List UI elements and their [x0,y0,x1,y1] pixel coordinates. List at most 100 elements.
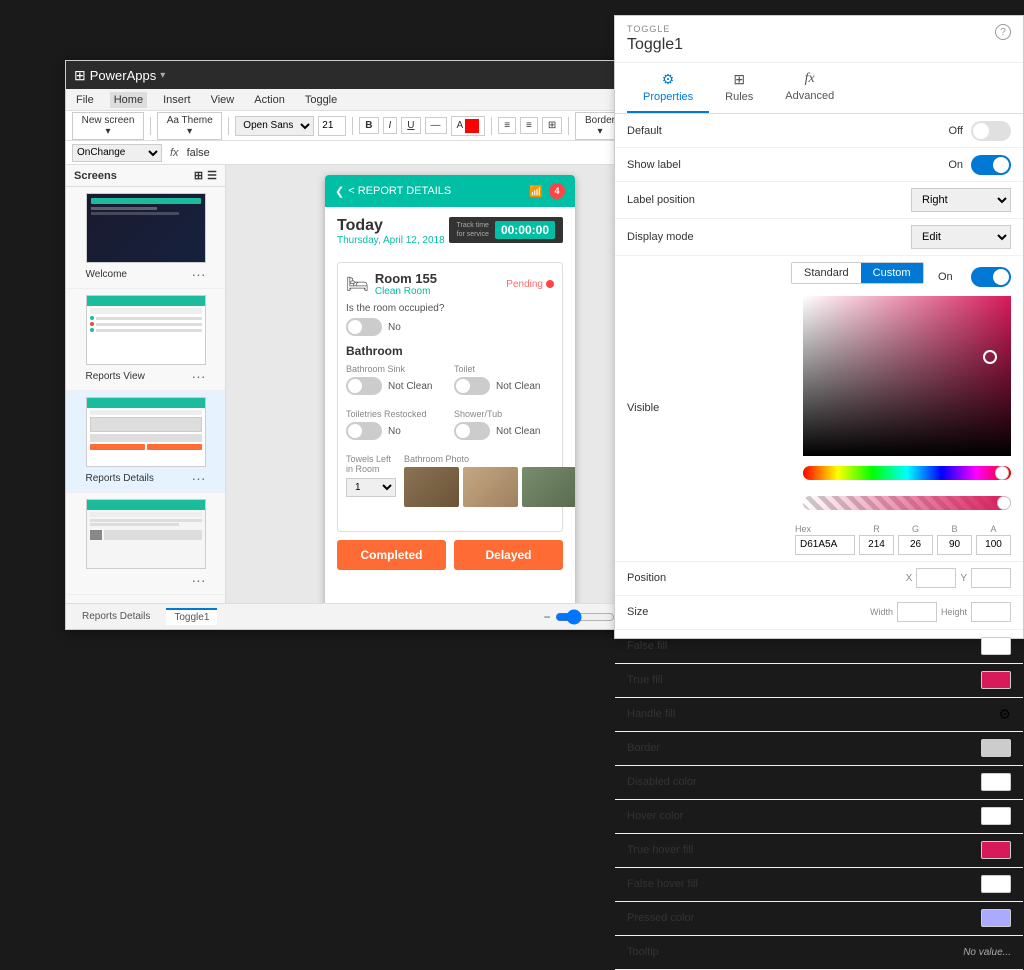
towels-select[interactable]: 1 2 3 [346,478,396,497]
r-input[interactable] [859,535,894,555]
screens-list-icon[interactable]: ☰ [207,169,217,182]
display-mode-select[interactable]: Edit View [911,225,1011,249]
shower-toggle[interactable] [454,422,490,440]
sink-toggle[interactable] [346,377,382,395]
formula-bar: OnChange fx [66,141,674,165]
photo-section: Bathroom Photo [404,454,575,517]
hex-label-text: Hex [795,524,855,534]
hover-color-swatch[interactable] [981,807,1011,825]
screen-item-reports-details[interactable]: Reports Details ··· [66,391,225,493]
screens-icons: ⊞ ☰ [194,169,217,182]
menu-toggle[interactable]: Toggle [301,92,341,108]
screen-4-dots[interactable]: ··· [192,572,206,588]
disabled-color-swatch[interactable] [981,773,1011,791]
reports-details-dots[interactable]: ··· [192,470,206,486]
bold-button[interactable]: B [359,117,378,134]
tab-reports-details[interactable]: Reports Details [74,609,158,624]
occupied-no-label: No [388,322,401,333]
photo-2[interactable] [463,467,518,507]
reports-view-dots[interactable]: ··· [192,368,206,384]
visible-toggle-knob [993,269,1009,285]
align-left-button[interactable]: ≡ [498,117,516,134]
visible-toggle[interactable] [971,267,1011,287]
color-cursor[interactable] [983,350,997,364]
hue-slider[interactable] [803,466,1011,480]
photo-3[interactable] [522,467,575,507]
formula-dropdown[interactable]: OnChange [72,144,162,162]
prop-false-fill: False fill [615,630,1023,664]
true-hover-fill-swatch[interactable] [981,841,1011,859]
hue-thumb[interactable] [995,466,1009,480]
font-select[interactable]: Open Sans [235,116,314,136]
false-fill-swatch[interactable] [981,637,1011,655]
menu-home[interactable]: Home [110,92,147,108]
toilet-toggle[interactable] [454,377,490,395]
align-center-button[interactable]: ≡ [520,117,538,134]
underline-button[interactable]: U [401,117,420,134]
g-input[interactable] [898,535,933,555]
color-gradient[interactable] [803,296,1011,456]
a-input[interactable] [976,535,1011,555]
menu-file[interactable]: File [72,92,98,108]
tab-rules[interactable]: ⊞ Rules [709,63,769,113]
pressed-color-swatch[interactable] [981,909,1011,927]
help-icon[interactable]: ? [995,24,1011,40]
strikethrough-button[interactable]: — [425,117,447,134]
x-input[interactable] [916,568,956,588]
menu-action[interactable]: Action [250,92,289,108]
completed-button[interactable]: Completed [337,540,446,570]
show-label-toggle-knob [993,157,1009,173]
handle-fill-icon[interactable]: ⚙ [998,706,1011,723]
default-toggle[interactable] [971,121,1011,141]
standard-tab[interactable]: Standard [792,263,861,283]
separator [228,117,229,135]
screen-item-welcome[interactable]: Welcome ··· [66,187,225,289]
tab-advanced[interactable]: fx Advanced [769,63,850,113]
indent-button[interactable]: ⊞ [542,117,562,134]
alpha-thumb[interactable] [997,496,1011,510]
true-fill-swatch[interactable] [981,671,1011,689]
photo-1[interactable] [404,467,459,507]
italic-button[interactable]: I [383,117,398,134]
border-swatch[interactable] [981,739,1011,757]
tab-toggle1[interactable]: Toggle1 [166,608,217,625]
toiletries-toggle[interactable] [346,422,382,440]
notification-badge[interactable]: 4 [549,183,565,199]
formula-input[interactable] [187,147,668,159]
alpha-slider[interactable] [803,496,1011,510]
custom-tab[interactable]: Custom [861,263,923,283]
menu-view[interactable]: View [207,92,239,108]
back-button[interactable]: ❮ < REPORT DETAILS [335,185,451,198]
app-content: Today Thursday, April 12, 2018 Track tim… [325,207,575,580]
tab-properties[interactable]: ⚙ Properties [627,63,709,113]
width-input[interactable] [897,602,937,622]
prop-disabled-color: Disabled color [615,766,1023,800]
height-input[interactable] [971,602,1011,622]
font-size-input[interactable] [318,116,346,136]
label-position-select[interactable]: Right Left [911,188,1011,212]
b-label: B [937,524,972,534]
zoom-out-button[interactable]: − [544,610,551,624]
waffle-icon[interactable]: ⊞ [74,67,86,84]
delayed-button[interactable]: Delayed [454,540,563,570]
new-screen-button[interactable]: New screen ▾ [72,112,144,140]
y-input[interactable] [971,568,1011,588]
screen-item-4[interactable]: ··· [66,493,225,595]
welcome-dots[interactable]: ··· [192,266,206,282]
menu-insert[interactable]: Insert [159,92,195,108]
screens-grid-icon[interactable]: ⊞ [194,169,203,182]
hex-input[interactable] [795,535,855,555]
false-hover-fill-swatch[interactable] [981,875,1011,893]
b-input[interactable] [937,535,972,555]
shower-status: Not Clean [496,426,540,437]
show-label-toggle[interactable] [971,155,1011,175]
theme-button[interactable]: Aa Theme ▾ [157,112,222,140]
zoom-slider[interactable] [555,609,615,625]
rules-tab-label: Rules [725,91,753,103]
color-button[interactable]: A [451,116,486,136]
screen-item-reports-view[interactable]: Reports View ··· [66,289,225,391]
occupied-toggle[interactable] [346,318,382,336]
title-chevron-icon[interactable]: ▾ [160,70,165,81]
header-icons: 📶 4 [529,183,565,199]
action-buttons: Completed Delayed [337,540,563,570]
